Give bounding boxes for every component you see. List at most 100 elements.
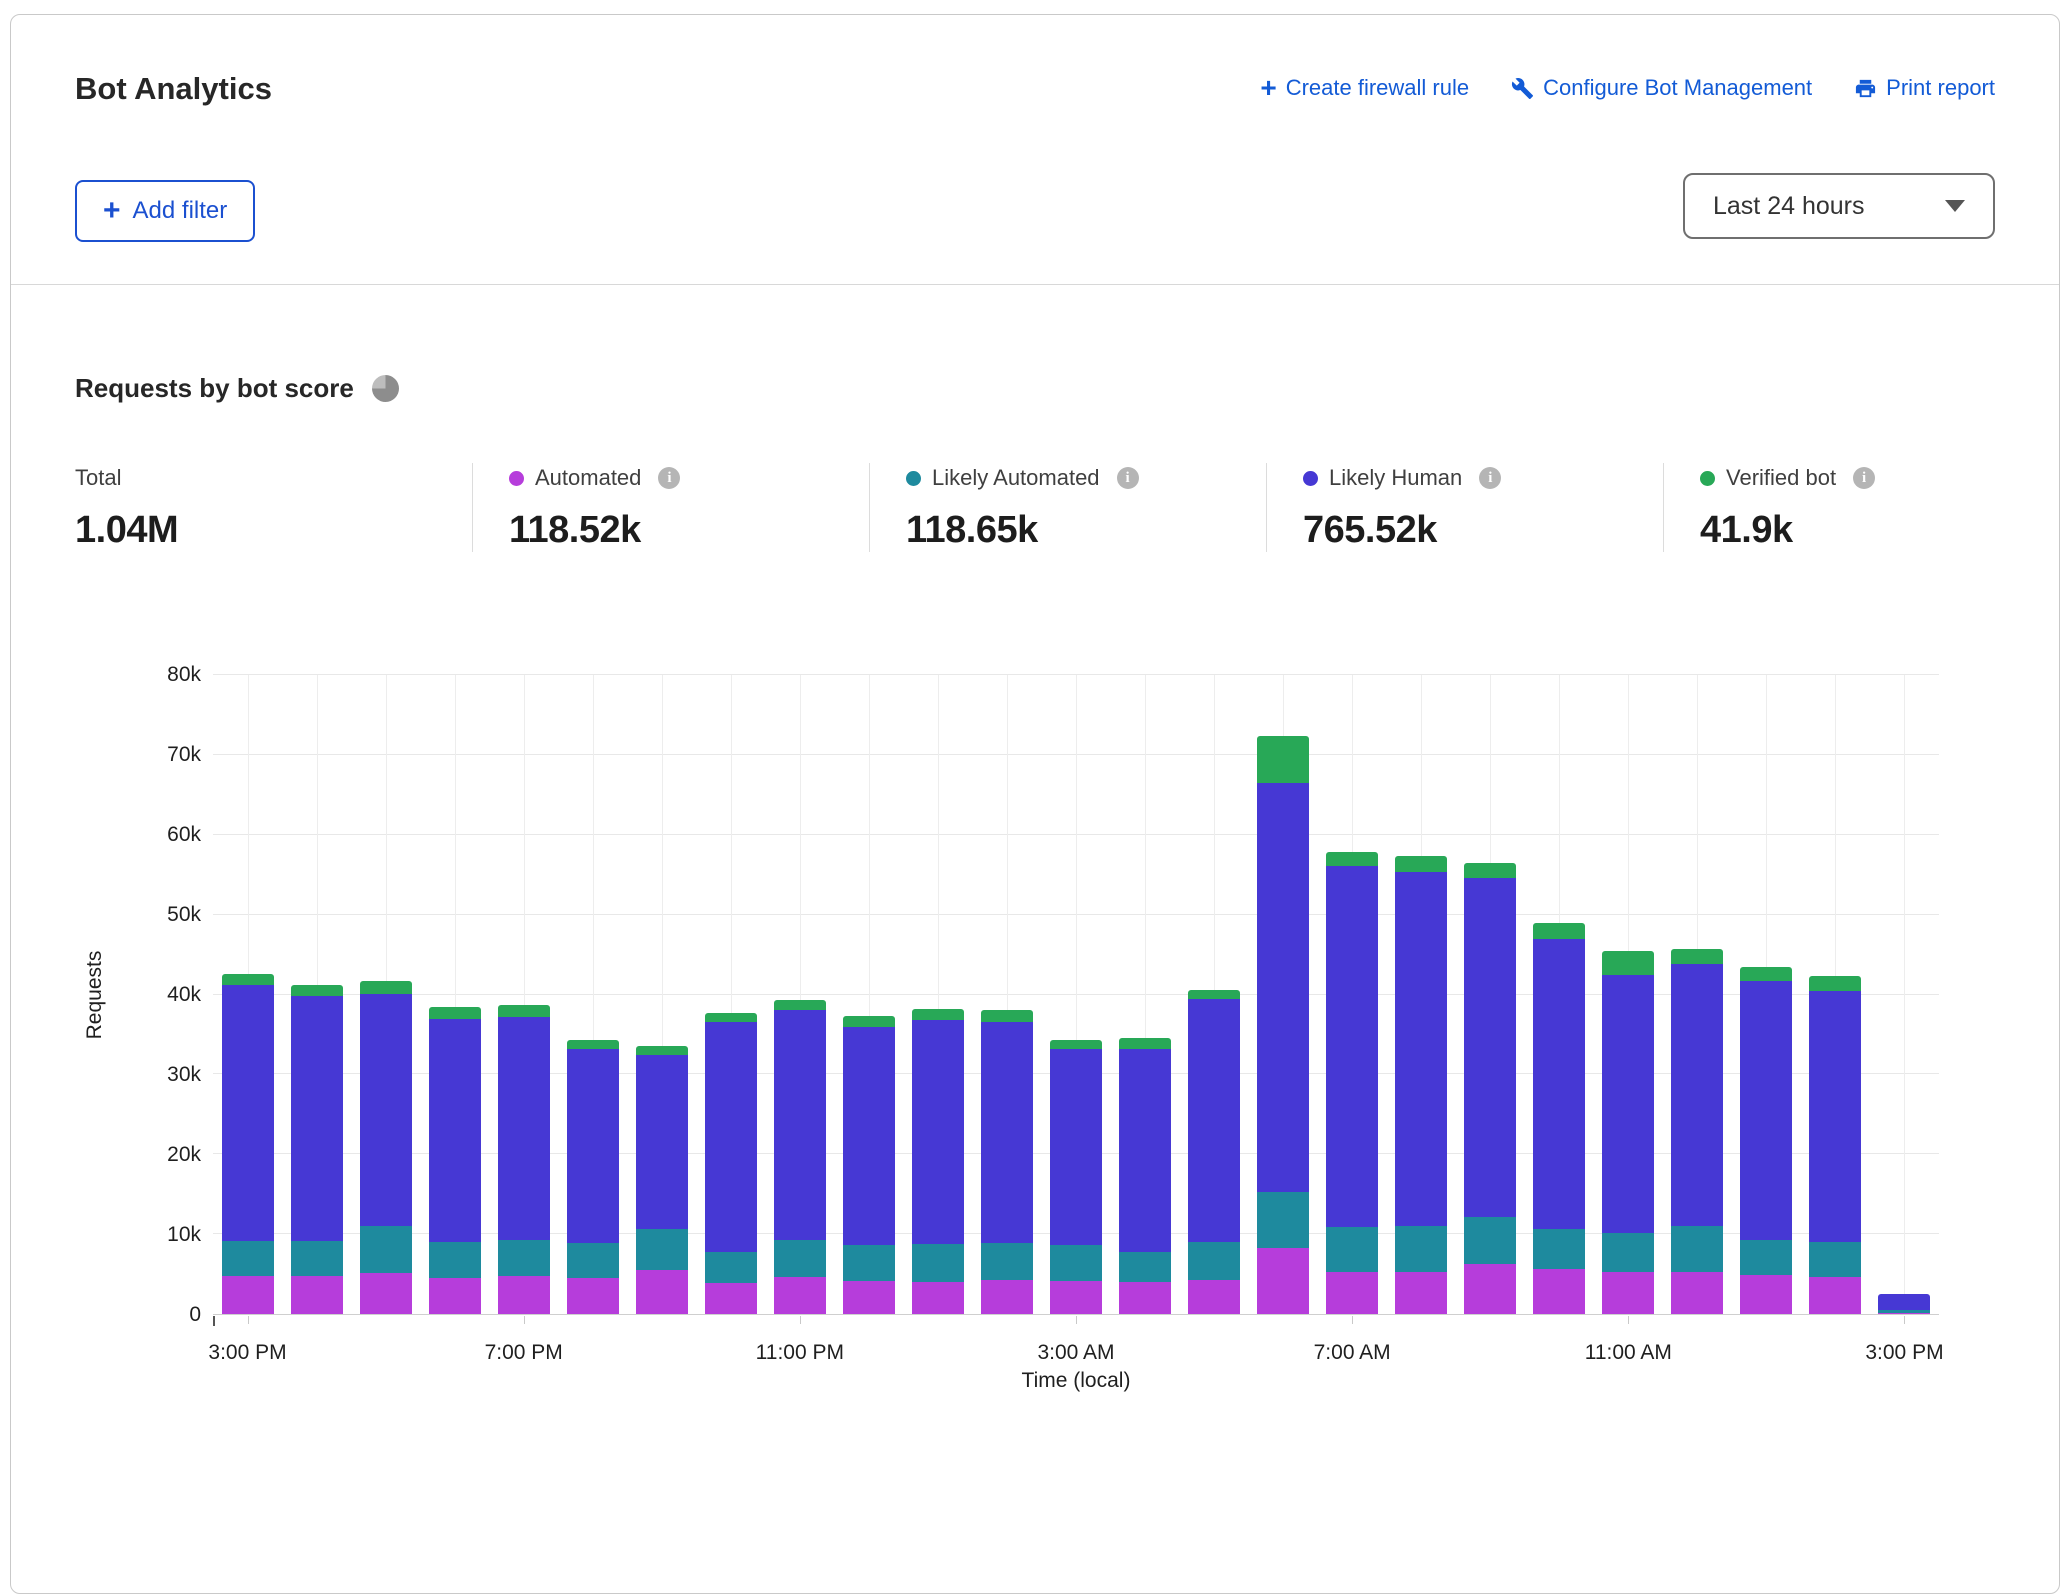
y-tick-label: 70k bbox=[167, 743, 201, 767]
wrench-icon bbox=[1511, 77, 1534, 100]
info-icon[interactable]: i bbox=[1479, 467, 1501, 489]
time-range-value: Last 24 hours bbox=[1713, 192, 1865, 221]
bar-segment-verified-bot bbox=[843, 1016, 895, 1027]
bar-segment-likely-human bbox=[1671, 964, 1723, 1226]
stat-likely-automated-value: 118.65k bbox=[906, 509, 1236, 552]
bar-segment-likely-human bbox=[1533, 939, 1585, 1229]
bar-segment-automated bbox=[912, 1282, 964, 1314]
x-tick-label: 3:00 PM bbox=[1865, 1341, 1943, 1365]
bar-segment-verified-bot bbox=[360, 981, 412, 994]
bar-segment-likely-automated bbox=[1395, 1226, 1447, 1272]
bar-segment-likely-human bbox=[1740, 981, 1792, 1240]
stats-row: Total 1.04M Automated i 118.52k Likely A… bbox=[75, 463, 2060, 552]
bar-segment-automated bbox=[1326, 1272, 1378, 1314]
bar-segment-verified-bot bbox=[1602, 951, 1654, 975]
axis-origin-tick bbox=[213, 1316, 215, 1326]
add-filter-button[interactable]: + Add filter bbox=[75, 180, 255, 242]
bar-segment-likely-automated bbox=[1602, 1233, 1654, 1272]
chart-bar bbox=[843, 1016, 895, 1314]
page-title: Bot Analytics bbox=[75, 71, 272, 107]
bar-segment-automated bbox=[705, 1283, 757, 1314]
bar-segment-likely-human bbox=[498, 1017, 550, 1240]
chart-bar bbox=[1188, 990, 1240, 1314]
v-gridline bbox=[1904, 675, 1905, 1314]
bar-segment-automated bbox=[843, 1281, 895, 1314]
bar-segment-likely-automated bbox=[912, 1244, 964, 1282]
bar-segment-likely-human bbox=[1395, 872, 1447, 1226]
bar-segment-likely-automated bbox=[774, 1240, 826, 1278]
x-tick-label: 11:00 PM bbox=[756, 1341, 844, 1365]
bar-segment-automated bbox=[1671, 1272, 1723, 1314]
header-actions: + Create firewall rule Configure Bot Man… bbox=[1260, 75, 1995, 101]
configure-bot-management-label: Configure Bot Management bbox=[1543, 75, 1812, 101]
x-tick bbox=[1076, 1316, 1077, 1324]
info-icon[interactable]: i bbox=[658, 467, 680, 489]
print-report-link[interactable]: Print report bbox=[1854, 75, 1995, 101]
bar-segment-automated bbox=[1188, 1280, 1240, 1314]
automated-legend-dot bbox=[509, 471, 524, 486]
stat-likely-human: Likely Human i 765.52k bbox=[1266, 463, 1663, 552]
stat-likely-human-label: Likely Human bbox=[1329, 465, 1462, 491]
card-header: Bot Analytics + Create firewall rule Con… bbox=[11, 15, 2059, 285]
printer-icon bbox=[1854, 77, 1877, 100]
bar-segment-likely-automated bbox=[1464, 1217, 1516, 1264]
bar-segment-likely-automated bbox=[1740, 1240, 1792, 1275]
bar-segment-likely-human bbox=[1809, 991, 1861, 1242]
chart-bar bbox=[360, 981, 412, 1314]
bar-segment-likely-human bbox=[843, 1027, 895, 1245]
chart-bar bbox=[1050, 1040, 1102, 1314]
stat-verified-bot-value: 41.9k bbox=[1700, 509, 2030, 552]
bar-segment-likely-human bbox=[705, 1022, 757, 1251]
configure-bot-management-link[interactable]: Configure Bot Management bbox=[1511, 75, 1812, 101]
bar-segment-automated bbox=[1878, 1313, 1930, 1314]
bar-segment-likely-human bbox=[1050, 1049, 1102, 1245]
bar-segment-automated bbox=[291, 1276, 343, 1314]
bar-segment-automated bbox=[429, 1278, 481, 1314]
stat-likely-human-value: 765.52k bbox=[1303, 509, 1633, 552]
bar-segment-verified-bot bbox=[1050, 1040, 1102, 1049]
chart-bar bbox=[567, 1040, 619, 1314]
plus-icon: + bbox=[1260, 77, 1276, 99]
bar-segment-likely-human bbox=[912, 1020, 964, 1244]
bar-segment-likely-human bbox=[291, 996, 343, 1240]
bar-segment-likely-automated bbox=[291, 1241, 343, 1276]
chart-bar bbox=[1809, 976, 1861, 1314]
time-range-select[interactable]: Last 24 hours bbox=[1683, 173, 1995, 239]
bar-segment-automated bbox=[222, 1276, 274, 1314]
y-tick-label: 0 bbox=[189, 1303, 201, 1327]
bar-segment-likely-automated bbox=[1671, 1226, 1723, 1272]
plot-area bbox=[213, 675, 1939, 1315]
bar-segment-likely-human bbox=[1602, 975, 1654, 1233]
bar-segment-verified-bot bbox=[1533, 923, 1585, 938]
bar-segment-likely-automated bbox=[636, 1229, 688, 1270]
info-icon[interactable]: i bbox=[1853, 467, 1875, 489]
bar-segment-automated bbox=[981, 1280, 1033, 1314]
chart-bar bbox=[498, 1005, 550, 1314]
y-tick-label: 80k bbox=[167, 663, 201, 687]
bar-segment-likely-human bbox=[1878, 1294, 1930, 1310]
bar-segment-likely-automated bbox=[222, 1241, 274, 1277]
bar-segment-automated bbox=[360, 1273, 412, 1314]
x-tick bbox=[1904, 1316, 1905, 1324]
likely-human-legend-dot bbox=[1303, 471, 1318, 486]
info-icon[interactable]: i bbox=[1117, 467, 1139, 489]
bar-segment-verified-bot bbox=[567, 1040, 619, 1049]
bar-segment-verified-bot bbox=[1671, 949, 1723, 964]
bar-segment-automated bbox=[1257, 1248, 1309, 1314]
bar-segment-likely-human bbox=[774, 1010, 826, 1239]
bar-segment-likely-human bbox=[1119, 1049, 1171, 1252]
y-tick-label: 20k bbox=[167, 1143, 201, 1167]
x-tick bbox=[248, 1316, 249, 1324]
bar-segment-likely-automated bbox=[705, 1252, 757, 1283]
x-tick-label: 11:00 AM bbox=[1585, 1341, 1672, 1365]
y-tick-label: 10k bbox=[167, 1223, 201, 1247]
create-firewall-rule-link[interactable]: + Create firewall rule bbox=[1260, 75, 1469, 101]
stat-automated-label: Automated bbox=[535, 465, 641, 491]
bar-segment-automated bbox=[1050, 1281, 1102, 1314]
stat-automated-value: 118.52k bbox=[509, 509, 839, 552]
y-tick-label: 30k bbox=[167, 1063, 201, 1087]
bar-segment-automated bbox=[1809, 1277, 1861, 1314]
bar-segment-likely-human bbox=[1326, 866, 1378, 1227]
section-title-row: Requests by bot score bbox=[75, 373, 399, 404]
chart-bar bbox=[1878, 1294, 1930, 1314]
